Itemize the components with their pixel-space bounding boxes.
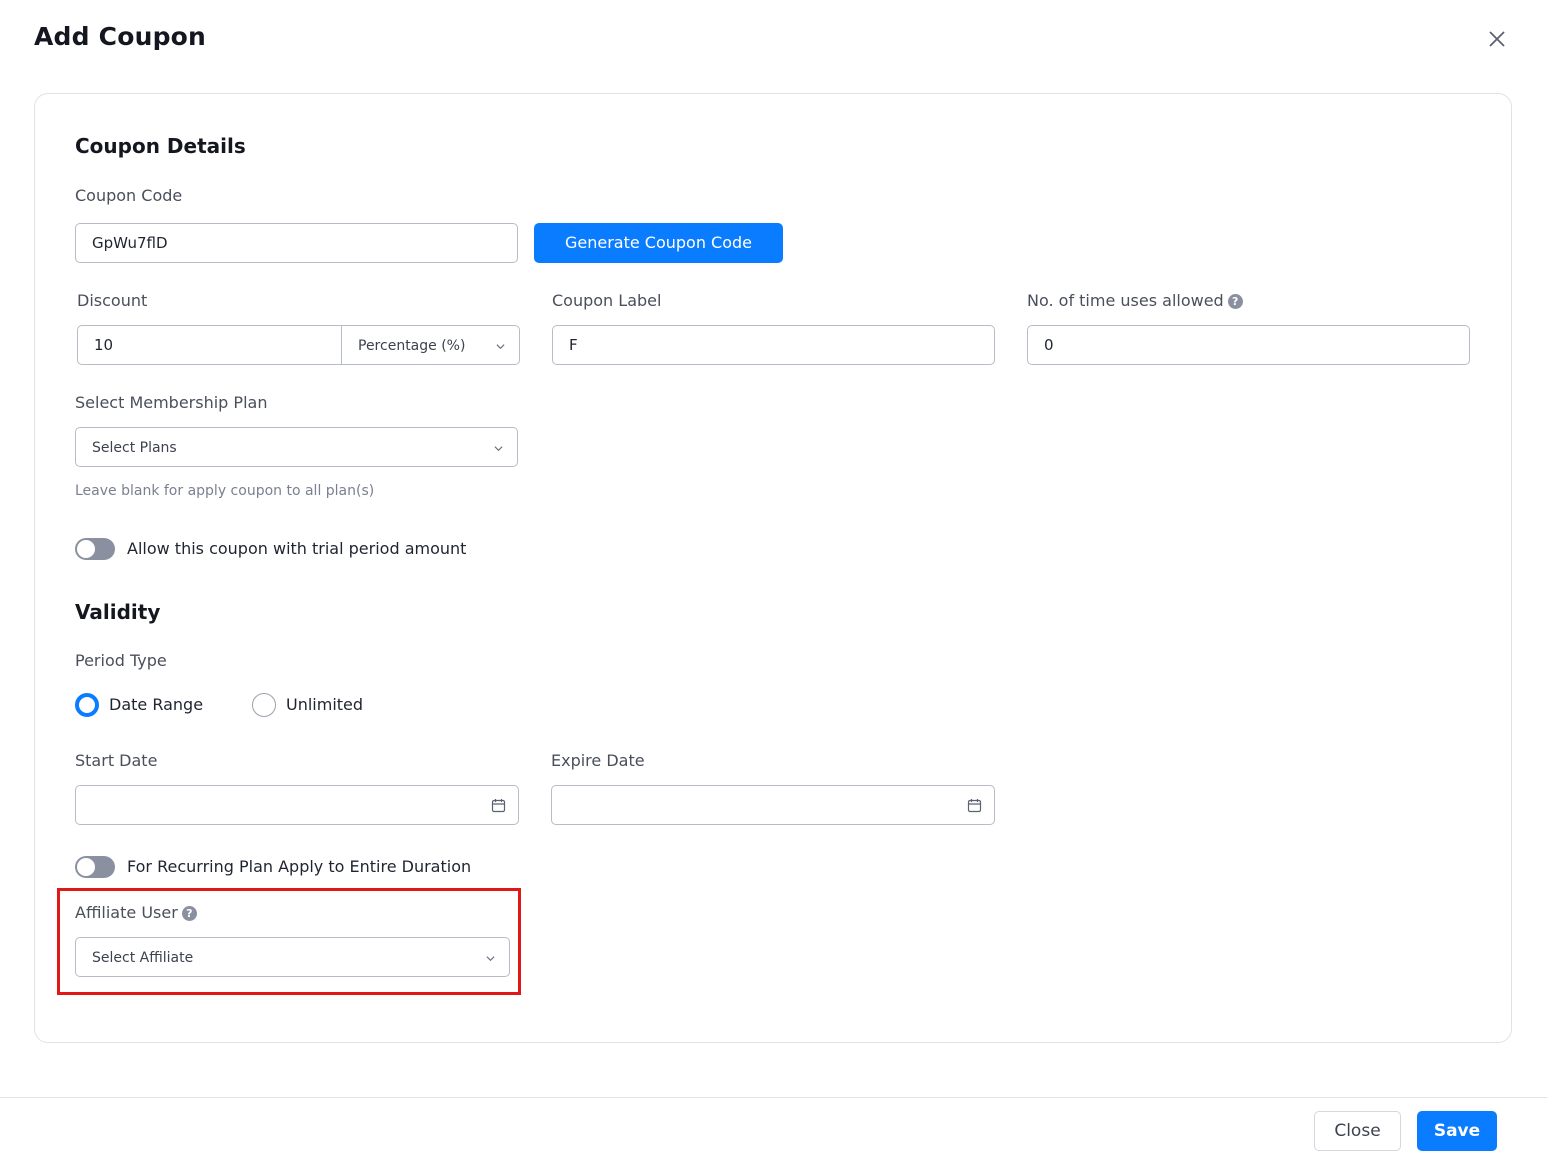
recurring-plan-toggle-label: For Recurring Plan Apply to Entire Durat… (127, 857, 472, 876)
coupon-code-input[interactable]: GpWu7flD (75, 223, 518, 263)
membership-plan-label: Select Membership Plan (75, 393, 268, 412)
trial-period-toggle[interactable] (75, 538, 115, 560)
discount-input[interactable]: 10 (77, 325, 343, 365)
membership-plan-hint: Leave blank for apply coupon to all plan… (75, 483, 375, 499)
uses-allowed-label: No. of time uses allowed? (1027, 291, 1243, 310)
discount-type-select[interactable]: Percentage (%) (341, 325, 520, 365)
modal-title: Add Coupon (34, 22, 207, 51)
affiliate-user-placeholder: Select Affiliate (92, 950, 194, 966)
toggle-knob (77, 540, 95, 558)
chevron-down-icon (494, 446, 503, 452)
discount-type-value: Percentage (%) (358, 338, 466, 354)
trial-period-toggle-label: Allow this coupon with trial period amou… (127, 539, 467, 558)
footer-divider (0, 1097, 1547, 1098)
chevron-down-icon (496, 344, 505, 350)
uses-allowed-value: 0 (1044, 336, 1054, 354)
chevron-down-icon (486, 956, 495, 962)
membership-plan-select[interactable]: Select Plans (75, 427, 518, 467)
start-date-label: Start Date (75, 751, 158, 770)
uses-allowed-input[interactable]: 0 (1027, 325, 1470, 365)
unlimited-label: Unlimited (286, 695, 364, 714)
expire-date-input[interactable] (551, 785, 995, 825)
validity-title: Validity (75, 600, 161, 624)
calendar-icon[interactable] (967, 798, 982, 813)
help-icon[interactable]: ? (1227, 294, 1243, 309)
coupon-form-card: Coupon Details Coupon Code GpWu7flD Gene… (34, 93, 1512, 1043)
coupon-code-label: Coupon Code (75, 186, 183, 205)
close-icon[interactable] (1484, 26, 1510, 52)
coupon-code-value: GpWu7flD (92, 234, 168, 252)
toggle-knob (77, 858, 95, 876)
help-icon[interactable]: ? (181, 906, 197, 921)
discount-label: Discount (77, 291, 148, 310)
coupon-details-title: Coupon Details (75, 134, 246, 158)
uses-allowed-label-text: No. of time uses allowed (1027, 291, 1224, 310)
date-range-label: Date Range (109, 695, 204, 714)
period-type-label: Period Type (75, 651, 167, 670)
start-date-input[interactable] (75, 785, 519, 825)
expire-date-label: Expire Date (551, 751, 645, 770)
affiliate-user-label: Affiliate User? (75, 903, 197, 922)
membership-plan-placeholder: Select Plans (92, 440, 177, 456)
affiliate-user-label-text: Affiliate User (75, 903, 178, 922)
close-button[interactable]: Close (1314, 1111, 1401, 1151)
recurring-plan-toggle[interactable] (75, 856, 115, 878)
date-range-radio[interactable] (75, 693, 99, 717)
calendar-icon[interactable] (491, 798, 506, 813)
affiliate-user-select[interactable]: Select Affiliate (75, 937, 510, 977)
coupon-label-label: Coupon Label (552, 291, 662, 310)
discount-value: 10 (94, 336, 114, 354)
unlimited-radio[interactable] (252, 693, 276, 717)
coupon-label-value: F (569, 336, 578, 354)
generate-coupon-code-button[interactable]: Generate Coupon Code (534, 223, 783, 263)
coupon-label-input[interactable]: F (552, 325, 995, 365)
save-button[interactable]: Save (1417, 1111, 1497, 1151)
